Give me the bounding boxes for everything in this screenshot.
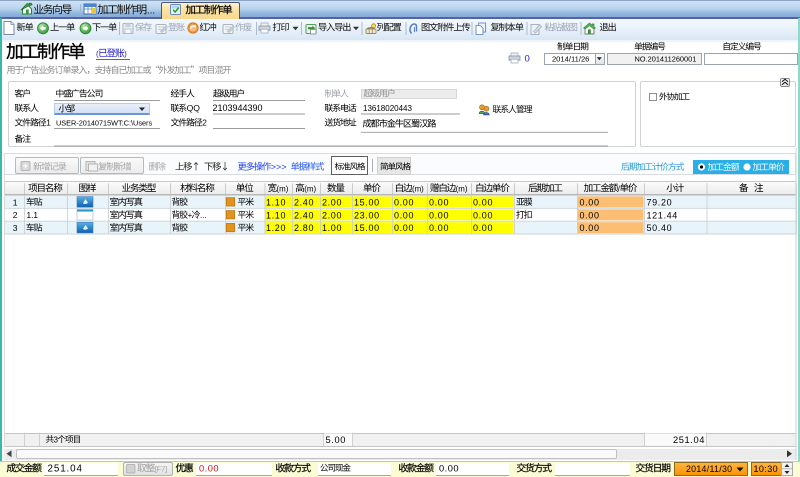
svg-text:0.00: 0.00 <box>473 197 493 207</box>
svg-text:251.04: 251.04 <box>673 435 705 445</box>
svg-text:121.44: 121.44 <box>647 210 678 220</box>
svg-text:2014/11/26: 2014/11/26 <box>552 55 589 64</box>
svg-text:+: + <box>188 211 193 220</box>
svg-text:5.00: 5.00 <box>326 435 347 445</box>
svg-text:...: ... <box>147 5 155 16</box>
svg-text:1.10: 1.10 <box>266 210 286 220</box>
svg-text:2.40: 2.40 <box>294 210 314 220</box>
svg-text:QQ: QQ <box>187 103 201 113</box>
svg-text:2.80: 2.80 <box>294 223 314 233</box>
svg-text:79.20: 79.20 <box>647 197 673 207</box>
svg-text:0: 0 <box>525 53 530 64</box>
svg-text:1.1: 1.1 <box>27 210 39 220</box>
svg-text:...: ... <box>200 211 207 220</box>
svg-text:2014/11/30: 2014/11/30 <box>686 464 732 474</box>
svg-text:0.00: 0.00 <box>473 223 493 233</box>
svg-text:0.00: 0.00 <box>473 210 493 220</box>
svg-text:1: 1 <box>13 197 18 207</box>
svg-text:15.00: 15.00 <box>354 223 380 233</box>
svg-text:0.00: 0.00 <box>199 464 219 474</box>
svg-text:0.00: 0.00 <box>394 197 414 207</box>
svg-text:(m): (m) <box>304 184 316 193</box>
svg-text:0.00: 0.00 <box>580 197 600 207</box>
svg-text:0.00: 0.00 <box>429 210 449 220</box>
svg-text:2.00: 2.00 <box>322 197 342 207</box>
svg-text:251.04: 251.04 <box>48 464 83 475</box>
svg-text:0.00: 0.00 <box>439 464 459 474</box>
svg-text:(: ( <box>96 49 99 58</box>
svg-text:/: / <box>618 184 621 193</box>
svg-text:(m): (m) <box>277 184 289 193</box>
svg-text:(m): (m) <box>456 184 468 193</box>
svg-text:0.00: 0.00 <box>429 223 449 233</box>
svg-text:2: 2 <box>202 118 207 128</box>
svg-text:0.00: 0.00 <box>580 210 600 220</box>
svg-text:13618020443: 13618020443 <box>363 104 412 113</box>
svg-text:10:30: 10:30 <box>754 464 779 474</box>
svg-text:0.00: 0.00 <box>394 210 414 220</box>
svg-text:1.20: 1.20 <box>266 223 286 233</box>
svg-text:>>>: >>> <box>271 162 287 172</box>
svg-text:1.00: 1.00 <box>322 223 342 233</box>
svg-text:50.40: 50.40 <box>647 223 673 233</box>
svg-text:2.00: 2.00 <box>322 210 342 220</box>
svg-text:2.40: 2.40 <box>294 197 314 207</box>
svg-text:2: 2 <box>13 210 18 220</box>
svg-text:3: 3 <box>13 223 18 233</box>
svg-text:1.10: 1.10 <box>266 197 286 207</box>
svg-text:[F7]: [F7] <box>155 464 167 473</box>
svg-text:2103944390: 2103944390 <box>213 103 263 113</box>
svg-text:3: 3 <box>54 435 58 444</box>
svg-text:23.00: 23.00 <box>354 210 380 220</box>
svg-text:0.00: 0.00 <box>429 197 449 207</box>
svg-text:15.00: 15.00 <box>354 197 380 207</box>
svg-text:(m): (m) <box>412 184 424 193</box>
svg-text:1: 1 <box>46 118 51 128</box>
svg-text:NO.201411260001: NO.201411260001 <box>634 54 696 63</box>
svg-text:): ) <box>124 49 127 58</box>
svg-text:0.00: 0.00 <box>580 223 600 233</box>
svg-text:USER-20140715WT:C:\Users: USER-20140715WT:C:\Users <box>56 119 152 128</box>
svg-text:0.00: 0.00 <box>394 223 414 233</box>
